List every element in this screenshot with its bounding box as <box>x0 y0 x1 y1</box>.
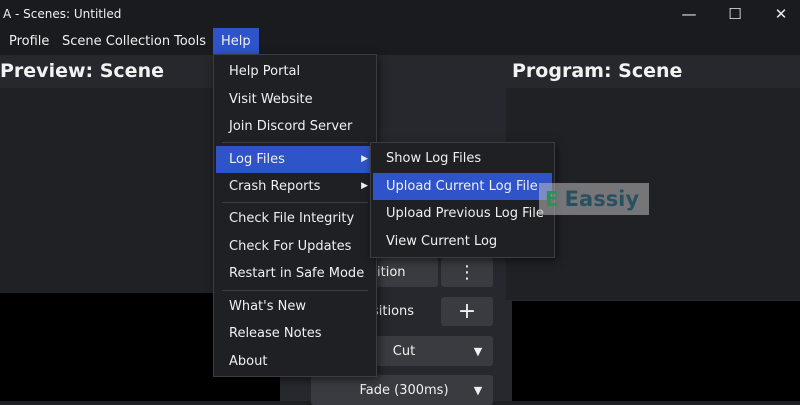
help-menu: Help Portal Visit Website Join Discord S… <box>213 54 377 377</box>
about-item[interactable]: About <box>216 348 374 375</box>
whats-new-item[interactable]: What's New <box>216 293 374 320</box>
menu-separator <box>222 202 368 203</box>
program-canvas-black <box>512 301 800 401</box>
menu-help[interactable]: Help <box>213 28 259 55</box>
kebab-icon: ⋮ <box>458 262 476 283</box>
preview-title: Preview: Scene <box>0 60 164 82</box>
crash-reports-item[interactable]: Crash Reports ▶ <box>216 173 374 200</box>
minimize-icon: — <box>681 5 697 23</box>
join-discord-item[interactable]: Join Discord Server <box>216 113 374 140</box>
show-log-files-item[interactable]: Show Log Files <box>373 145 552 172</box>
transition-fade-label: Fade (300ms) <box>359 382 449 398</box>
minimize-button[interactable]: — <box>666 0 712 28</box>
log-files-label: Log Files <box>229 152 285 167</box>
crash-reports-label: Crash Reports <box>229 179 321 194</box>
visit-website-item[interactable]: Visit Website <box>216 86 374 113</box>
chevron-down-icon: ▼ <box>473 344 483 358</box>
plus-icon: + <box>457 299 477 324</box>
maximize-icon: ☐ <box>728 5 742 23</box>
menu-scene-collection[interactable]: Scene Collection <box>54 28 178 55</box>
upload-current-log-item[interactable]: Upload Current Log File <box>373 173 552 200</box>
watermark: E Eassiy <box>539 183 649 215</box>
view-current-log-item[interactable]: View Current Log <box>373 228 552 255</box>
watermark-text: Eassiy <box>564 187 640 211</box>
upload-previous-log-item[interactable]: Upload Previous Log File <box>373 200 552 227</box>
menu-separator <box>222 142 368 143</box>
submenu-arrow-icon: ▶ <box>361 154 368 164</box>
log-files-submenu: Show Log Files Upload Current Log File U… <box>370 142 555 258</box>
menu-tools[interactable]: Tools <box>166 28 214 55</box>
window-title: A - Scenes: Untitled <box>3 7 122 21</box>
add-transition-button[interactable]: + <box>441 297 493 326</box>
maximize-button[interactable]: ☐ <box>712 0 758 28</box>
check-file-integrity-item[interactable]: Check File Integrity <box>216 205 374 232</box>
watermark-logo-icon: E <box>545 187 559 211</box>
menu-separator <box>222 290 368 291</box>
submenu-arrow-icon: ▶ <box>361 181 368 191</box>
program-title: Program: Scene <box>512 60 683 82</box>
close-button[interactable]: ✕ <box>758 0 800 28</box>
log-files-item[interactable]: Log Files ▶ <box>216 146 374 173</box>
menu-profile[interactable]: Profile <box>1 28 57 55</box>
menu-bar: Profile Scene Collection Tools Help <box>0 28 800 55</box>
help-portal-item[interactable]: Help Portal <box>216 58 374 85</box>
transition-options-button[interactable]: ⋮ <box>441 258 493 287</box>
close-icon: ✕ <box>774 5 788 23</box>
restart-safe-mode-item[interactable]: Restart in Safe Mode <box>216 260 374 287</box>
check-for-updates-item[interactable]: Check For Updates <box>216 233 374 260</box>
release-notes-item[interactable]: Release Notes <box>216 320 374 347</box>
chevron-down-icon: ▼ <box>473 383 483 397</box>
